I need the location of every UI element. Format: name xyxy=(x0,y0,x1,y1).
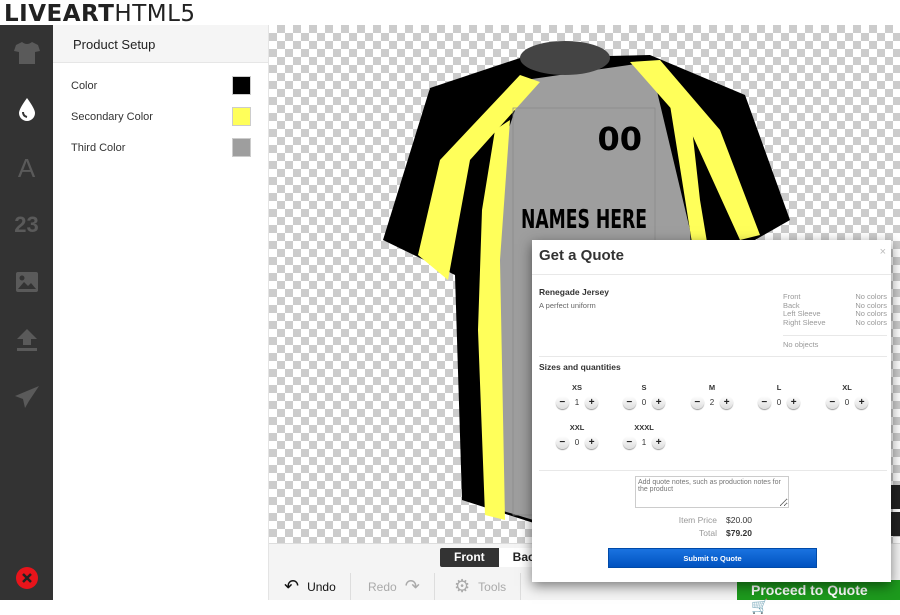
jersey-name[interactable]: NAMES HERE xyxy=(521,205,647,235)
decrease-quantity-button[interactable]: − xyxy=(555,436,569,449)
increase-quantity-button[interactable]: + xyxy=(720,396,734,409)
total-label: Total xyxy=(699,528,717,538)
decrease-quantity-button[interactable]: − xyxy=(555,396,569,409)
redo-button[interactable]: Redo ↷ xyxy=(354,573,435,600)
increase-quantity-button[interactable]: + xyxy=(787,396,801,409)
item-price-label: Item Price xyxy=(678,515,717,525)
quantity-value[interactable]: 0 xyxy=(845,398,849,407)
quantity-value[interactable]: 1 xyxy=(575,398,579,407)
quantity-value[interactable]: 1 xyxy=(642,438,646,447)
size-label: XXL xyxy=(569,423,585,432)
decrease-quantity-button[interactable]: − xyxy=(825,396,839,409)
dialog-title: Get a Quote xyxy=(539,247,625,264)
item-price-value: $20.00 xyxy=(726,515,752,525)
proceed-label: Proceed to Quote xyxy=(751,582,868,598)
size-label: L xyxy=(776,383,782,392)
product-name: Renegade Jersey xyxy=(539,287,609,297)
sizes-title: Sizes and quantities xyxy=(539,362,621,372)
cart-icon: 🛒 xyxy=(751,598,769,614)
size-quantity-xxl: XXL −0 + xyxy=(552,423,602,449)
quantity-value[interactable]: 0 xyxy=(642,398,646,407)
close-dialog-button[interactable]: × xyxy=(880,246,886,258)
location-list: Front No colors Back No colors Left Sleeve… xyxy=(783,292,887,327)
increase-quantity-button[interactable]: + xyxy=(585,396,599,409)
front-view-button[interactable]: Front xyxy=(440,548,499,567)
tools-button[interactable]: ⚙ Tools xyxy=(440,573,522,600)
increase-quantity-button[interactable]: + xyxy=(652,396,666,409)
product-desc: A perfect uniform xyxy=(539,301,596,310)
redo-label: Redo xyxy=(368,579,397,594)
size-quantity-xs: XS −1 + xyxy=(552,383,602,409)
size-label: XXXL xyxy=(634,423,654,432)
decrease-quantity-button[interactable]: − xyxy=(622,396,636,409)
quantity-value[interactable]: 0 xyxy=(777,398,781,407)
size-label: XS xyxy=(571,383,582,392)
submit-quote-button[interactable]: Submit to Quote xyxy=(608,548,817,568)
decrease-quantity-button[interactable]: − xyxy=(622,436,636,449)
size-quantity-xxxl: XXXL −1 + xyxy=(619,423,669,449)
proceed-to-quote-button[interactable]: Proceed to Quote 🛒 xyxy=(737,580,900,614)
jersey-number[interactable]: 00 xyxy=(597,120,642,158)
increase-quantity-button[interactable]: + xyxy=(855,396,869,409)
undo-icon: ↶ xyxy=(284,576,300,596)
quantity-value[interactable]: 0 xyxy=(575,438,579,447)
undo-label: Undo xyxy=(307,579,336,594)
increase-quantity-button[interactable]: + xyxy=(652,436,666,449)
size-quantity-m: M −2 + xyxy=(687,383,737,409)
size-label: XL xyxy=(842,383,852,392)
quote-dialog: Get a Quote × Renegade Jersey A perfect … xyxy=(532,240,891,582)
increase-quantity-button[interactable]: + xyxy=(585,436,599,449)
size-label: S xyxy=(641,383,647,392)
tools-label: Tools xyxy=(478,579,507,594)
location-row: Right Sleeve No colors xyxy=(783,317,887,327)
quote-notes-input[interactable] xyxy=(635,476,789,508)
decrease-quantity-button[interactable]: − xyxy=(757,396,771,409)
quantity-value[interactable]: 2 xyxy=(710,398,714,407)
size-quantity-xl: XL −0 + xyxy=(822,383,872,409)
size-quantity-l: L −0 + xyxy=(754,383,804,409)
total-value: $79.20 xyxy=(726,528,752,538)
size-quantity-s: S −0 + xyxy=(619,383,669,409)
undo-button[interactable]: ↶ Undo xyxy=(270,573,351,600)
gear-icon: ⚙ xyxy=(454,576,471,596)
redo-icon: ↷ xyxy=(404,576,420,596)
size-label: M xyxy=(708,383,716,392)
objects-status: No objects xyxy=(783,340,819,349)
decrease-quantity-button[interactable]: − xyxy=(690,396,704,409)
